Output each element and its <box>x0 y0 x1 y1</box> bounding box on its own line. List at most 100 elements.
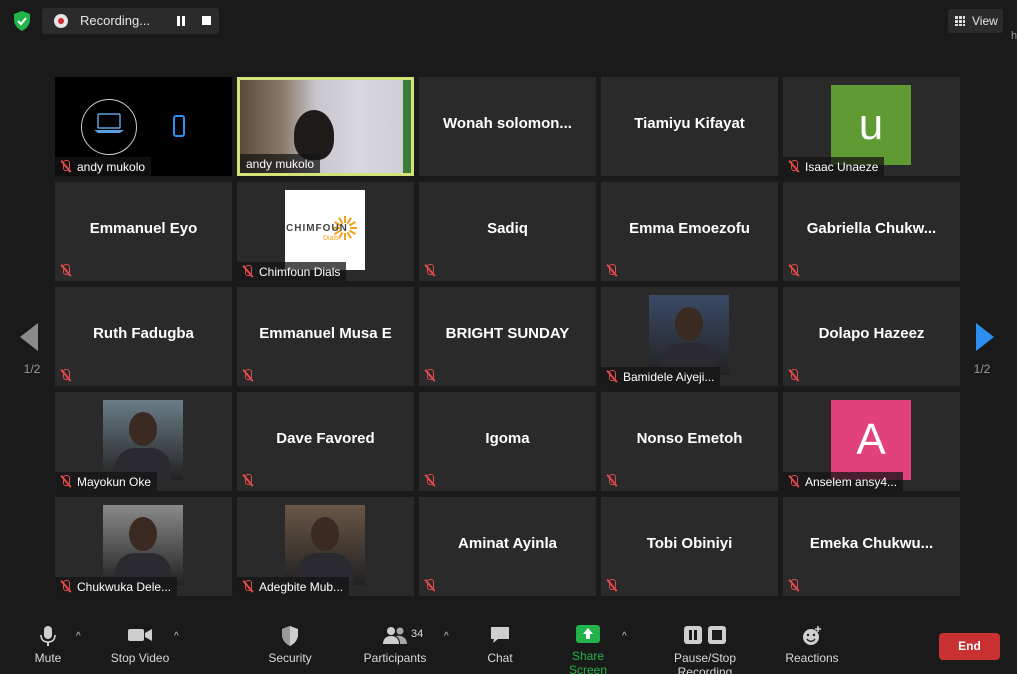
webcam-video <box>294 110 334 160</box>
page-indicator-left: 1/2 <box>23 362 41 376</box>
participant-tile[interactable]: Tiamiyu Kifayat <box>601 77 778 176</box>
participant-tile[interactable]: Emmanuel Musa E <box>237 287 414 386</box>
face <box>311 517 339 551</box>
participant-name-label: Mayokun Oke <box>55 472 158 491</box>
participant-name: Wonah solomon... <box>443 115 572 132</box>
participant-tile[interactable]: Sadiq <box>419 182 596 281</box>
participant-name: Sadiq <box>487 220 528 237</box>
reactions-label: Reactions <box>785 651 839 665</box>
participant-tile[interactable]: Dolapo Hazeez <box>783 287 960 386</box>
face <box>675 307 703 341</box>
participant-label-text: Bamidele Aiyeji... <box>623 370 715 384</box>
end-meeting-button[interactable]: End <box>939 633 1000 660</box>
participant-label-text: Isaac Unaeze <box>805 160 879 174</box>
participant-name: Emeka Chukwu... <box>809 535 934 552</box>
participant-name-label: Anselem ansy4... <box>783 472 904 491</box>
recording-label: Recording... <box>80 13 151 28</box>
muted-mic-icon <box>60 369 72 381</box>
participant-tile[interactable]: Emmanuel Eyo <box>55 182 232 281</box>
stop-video-button[interactable]: Stop Video <box>108 611 172 665</box>
participant-label-text: Anselem ansy4... <box>805 475 898 489</box>
muted-mic-icon <box>60 580 72 592</box>
muted-mic-icon <box>606 579 618 591</box>
grid-view-icon <box>955 16 965 26</box>
muted-mic-icon <box>60 475 72 487</box>
profile-photo <box>285 505 365 585</box>
pause-recording-icon[interactable] <box>176 16 186 26</box>
logo-subtext: Dials <box>323 235 339 242</box>
participant-label-text: Chukwuka Dele... <box>77 580 172 594</box>
participant-tile[interactable]: andy mukolo <box>237 77 414 176</box>
pause-stop-recording-icon <box>683 625 727 645</box>
mute-button[interactable]: Mute <box>28 611 68 665</box>
participant-tile[interactable]: CHIMFOUN Dials Chimfoun Dials <box>237 182 414 281</box>
participant-tile[interactable]: Ruth Fadugba <box>55 287 232 386</box>
reactions-button[interactable]: Reactions <box>784 611 840 665</box>
participant-label-text: Adegbite Mub... <box>259 580 344 594</box>
chat-bubble-icon <box>489 625 511 645</box>
muted-mic-icon <box>60 264 72 276</box>
participants-options-caret-icon[interactable]: ^ <box>444 631 449 642</box>
participant-name: Gabriella Chukw... <box>806 220 937 237</box>
participant-tile[interactable]: Nonso Emetoh <box>601 392 778 491</box>
participant-name: Emmanuel Musa E <box>259 325 392 342</box>
muted-mic-icon <box>788 579 800 591</box>
participant-tile[interactable]: andy mukolo <box>55 77 232 176</box>
avatar: u <box>831 85 911 165</box>
participants-icon <box>382 625 408 645</box>
participant-label-text: Mayokun Oke <box>77 475 152 489</box>
pause-stop-recording-button[interactable]: Pause/Stop Recording <box>645 611 765 674</box>
muted-mic-icon <box>60 160 72 172</box>
video-options-caret-icon[interactable]: ^ <box>174 631 179 642</box>
participant-tile[interactable]: BRIGHT SUNDAY <box>419 287 596 386</box>
security-label: Security <box>268 651 312 665</box>
chat-button[interactable]: Chat <box>484 611 516 665</box>
participant-tile[interactable]: Adegbite Mub... <box>237 497 414 596</box>
security-button[interactable]: Security <box>264 611 316 665</box>
participant-name: Igoma <box>485 430 530 447</box>
participant-tile[interactable]: Emma Emoezofu <box>601 182 778 281</box>
muted-mic-icon <box>606 474 618 486</box>
participant-label-text: Chimfoun Dials <box>259 265 341 279</box>
previous-page-arrow-icon[interactable] <box>20 323 38 351</box>
participant-name: Tiamiyu Kifayat <box>634 115 745 132</box>
participant-tile[interactable]: Chukwuka Dele... <box>55 497 232 596</box>
participant-tile[interactable]: A Anselem ansy4... <box>783 392 960 491</box>
participant-tile[interactable]: Dave Favored <box>237 392 414 491</box>
share-screen-button[interactable]: Share Screen <box>552 611 624 674</box>
muted-mic-icon <box>788 475 800 487</box>
logo-text: CHIMFOUN <box>286 223 348 234</box>
participant-tile[interactable]: Mayokun Oke <box>55 392 232 491</box>
edge-fragment: h <box>1011 30 1017 42</box>
stop-video-label: Stop Video <box>110 651 170 665</box>
participant-name: Tobi Obiniyi <box>646 535 733 552</box>
participant-tile[interactable]: Aminat Ayinla <box>419 497 596 596</box>
next-page-arrow-icon[interactable] <box>976 323 994 351</box>
participant-name: Dave Favored <box>276 430 375 447</box>
muted-mic-icon <box>788 160 800 172</box>
stop-recording-icon[interactable] <box>202 16 211 25</box>
participant-name: Dolapo Hazeez <box>818 325 925 342</box>
participant-name: Nonso Emetoh <box>636 430 743 447</box>
participant-tile[interactable]: u Isaac Unaeze <box>783 77 960 176</box>
participant-tile[interactable]: Emeka Chukwu... <box>783 497 960 596</box>
participant-tile[interactable]: Gabriella Chukw... <box>783 182 960 281</box>
participant-tile[interactable]: Tobi Obiniyi <box>601 497 778 596</box>
participant-tile[interactable]: Igoma <box>419 392 596 491</box>
participant-name-label: andy mukolo <box>55 157 152 176</box>
security-shield-icon[interactable] <box>13 11 31 31</box>
participant-tile[interactable]: Wonah solomon... <box>419 77 596 176</box>
face <box>129 412 157 446</box>
participant-name: Emma Emoezofu <box>629 220 750 237</box>
video-camera-icon <box>127 625 153 645</box>
muted-mic-icon <box>242 265 254 277</box>
view-button[interactable]: View <box>948 9 1003 33</box>
share-options-caret-icon[interactable]: ^ <box>622 631 627 642</box>
participant-name: Aminat Ayinla <box>458 535 557 552</box>
mute-options-caret-icon[interactable]: ^ <box>76 631 81 642</box>
participant-tile[interactable]: Bamidele Aiyeji... <box>601 287 778 386</box>
participant-name-label: andy mukolo <box>240 154 321 173</box>
muted-mic-icon <box>788 369 800 381</box>
participants-label: Participants <box>363 651 427 665</box>
avatar: A <box>831 400 911 480</box>
